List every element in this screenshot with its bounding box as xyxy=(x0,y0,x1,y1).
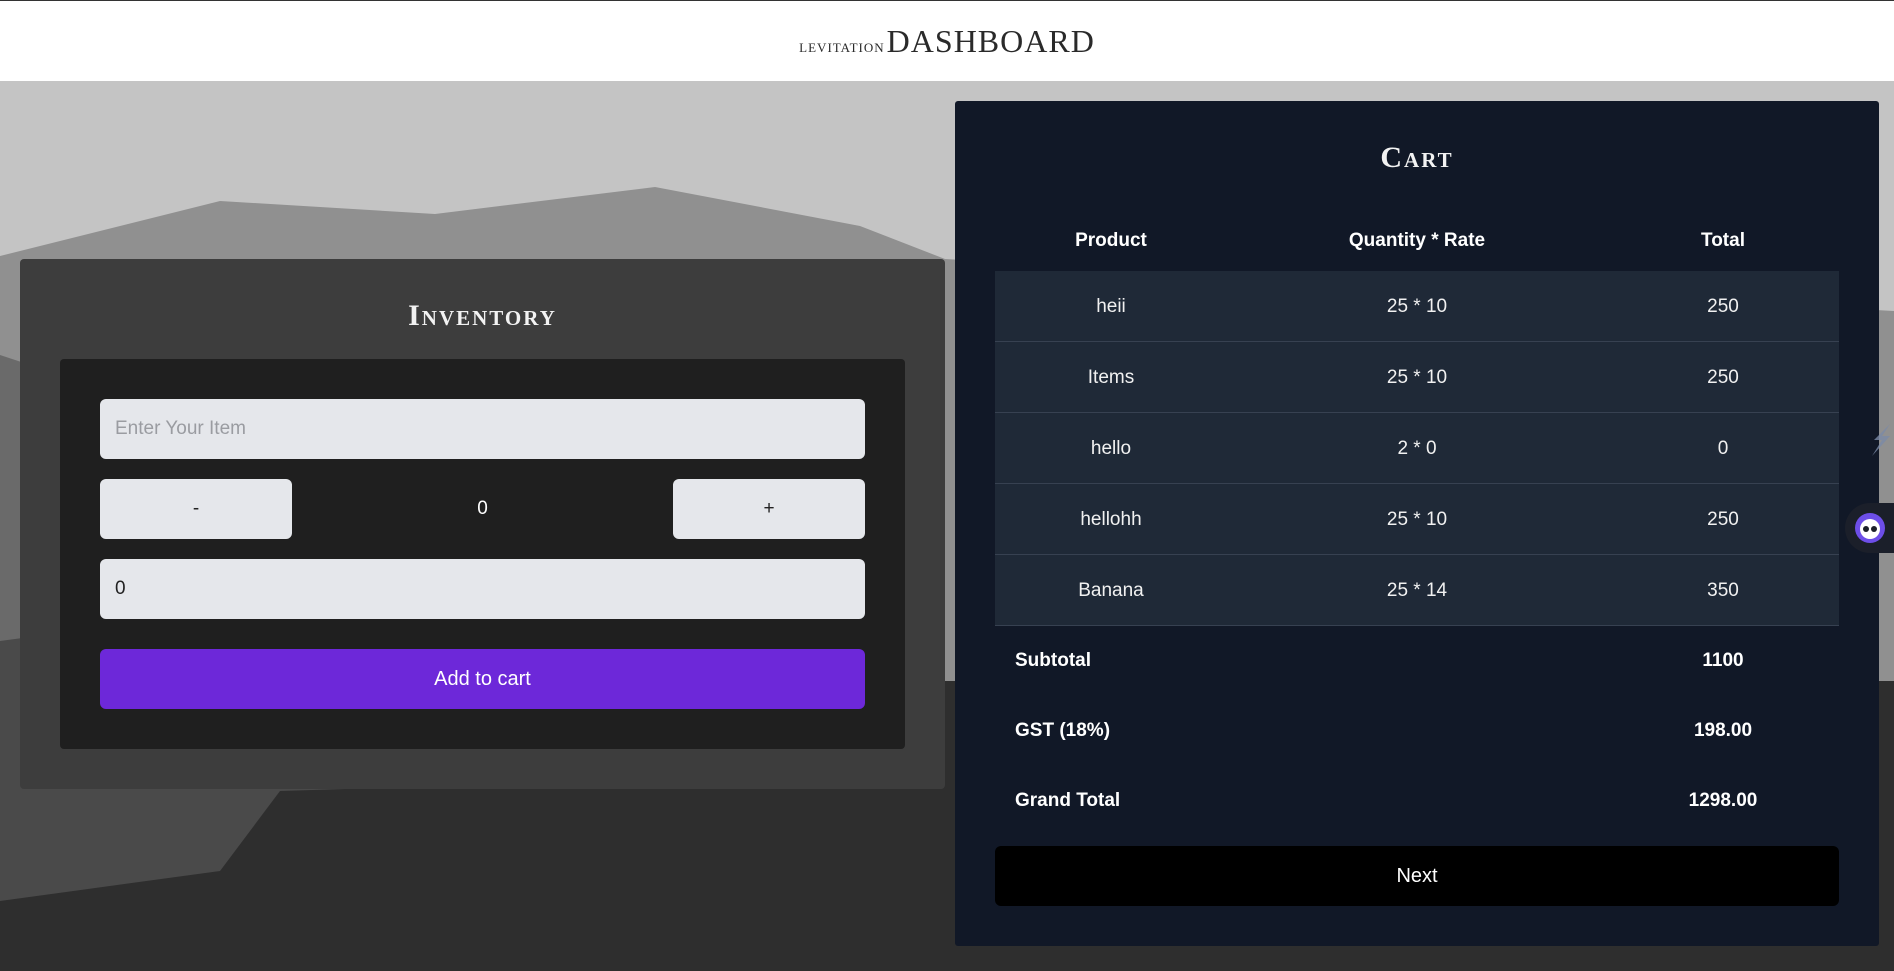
cell-product: hello xyxy=(1090,438,1132,459)
inventory-title: Inventory xyxy=(408,299,557,332)
cell-quantity-rate: 25 * 10 xyxy=(1386,367,1448,388)
next-button[interactable]: Next xyxy=(995,846,1839,906)
table-row: heii 25 * 10 250 xyxy=(995,271,1839,342)
cart-panel: Cart Product Quantity * Rate Total heii … xyxy=(955,101,1879,946)
cell-product: Items xyxy=(1087,367,1135,388)
brand-logo[interactable]: LEVITATION DASHBOARD xyxy=(799,23,1095,60)
cell-quantity-rate: 2 * 0 xyxy=(1397,438,1437,459)
cell-total: 250 xyxy=(1707,367,1739,388)
assistant-bot-icon[interactable] xyxy=(1845,503,1894,553)
increase-quantity-button[interactable]: + xyxy=(673,479,865,539)
subtotal-value: 1100 xyxy=(1702,650,1744,671)
gst-value: 198.00 xyxy=(1693,720,1753,741)
inventory-form: - 0 + Add to cart xyxy=(60,359,905,749)
top-header: LEVITATION DASHBOARD xyxy=(0,0,1894,81)
cell-quantity-rate: 25 * 10 xyxy=(1386,509,1448,530)
quantity-value: 0 xyxy=(477,498,488,519)
column-header-total: Total xyxy=(1701,230,1745,251)
table-row: Banana 25 * 14 350 xyxy=(995,555,1839,626)
cell-product: hellohh xyxy=(1080,509,1142,530)
cell-product: Banana xyxy=(1078,580,1144,601)
table-row: Items 25 * 10 250 xyxy=(995,342,1839,413)
subtotal-label: Subtotal xyxy=(1015,650,1091,671)
rate-input[interactable] xyxy=(100,559,865,619)
cart-title: Cart xyxy=(1380,141,1454,174)
cell-product: heii xyxy=(1096,296,1126,317)
table-row: hello 2 * 0 0 xyxy=(995,413,1839,484)
cell-quantity-rate: 25 * 10 xyxy=(1386,296,1448,317)
column-header-product: Product xyxy=(1075,230,1147,251)
column-header-quantity-rate: Quantity * Rate xyxy=(1348,230,1486,251)
item-name-input[interactable] xyxy=(100,399,865,459)
cell-total: 350 xyxy=(1707,580,1739,601)
grand-total-value: 1298.00 xyxy=(1688,790,1758,811)
gst-label: GST (18%) xyxy=(1015,720,1111,741)
cell-total: 0 xyxy=(1717,438,1729,459)
extension-icon[interactable] xyxy=(1868,420,1894,460)
cell-quantity-rate: 25 * 14 xyxy=(1386,580,1448,601)
cell-total: 250 xyxy=(1707,296,1739,317)
decrease-quantity-button[interactable]: - xyxy=(100,479,292,539)
subtotal-row: Subtotal 1100 xyxy=(995,631,1839,691)
cart-table-header: Product Quantity * Rate Total xyxy=(995,211,1839,271)
cell-total: 250 xyxy=(1707,509,1739,530)
cart-table-body: heii 25 * 10 250 Items 25 * 10 250 hello… xyxy=(995,271,1839,626)
brand-big-text: DASHBOARD xyxy=(886,22,1095,59)
grand-total-label: Grand Total xyxy=(1015,790,1121,811)
add-to-cart-button[interactable]: Add to cart xyxy=(100,649,865,709)
inventory-panel: Inventory - 0 + Add to cart xyxy=(20,259,945,789)
grand-total-row: Grand Total 1298.00 xyxy=(995,771,1839,831)
table-row: hellohh 25 * 10 250 xyxy=(995,484,1839,555)
gst-row: GST (18%) 198.00 xyxy=(995,701,1839,761)
brand-small-text: LEVITATION xyxy=(799,35,885,57)
